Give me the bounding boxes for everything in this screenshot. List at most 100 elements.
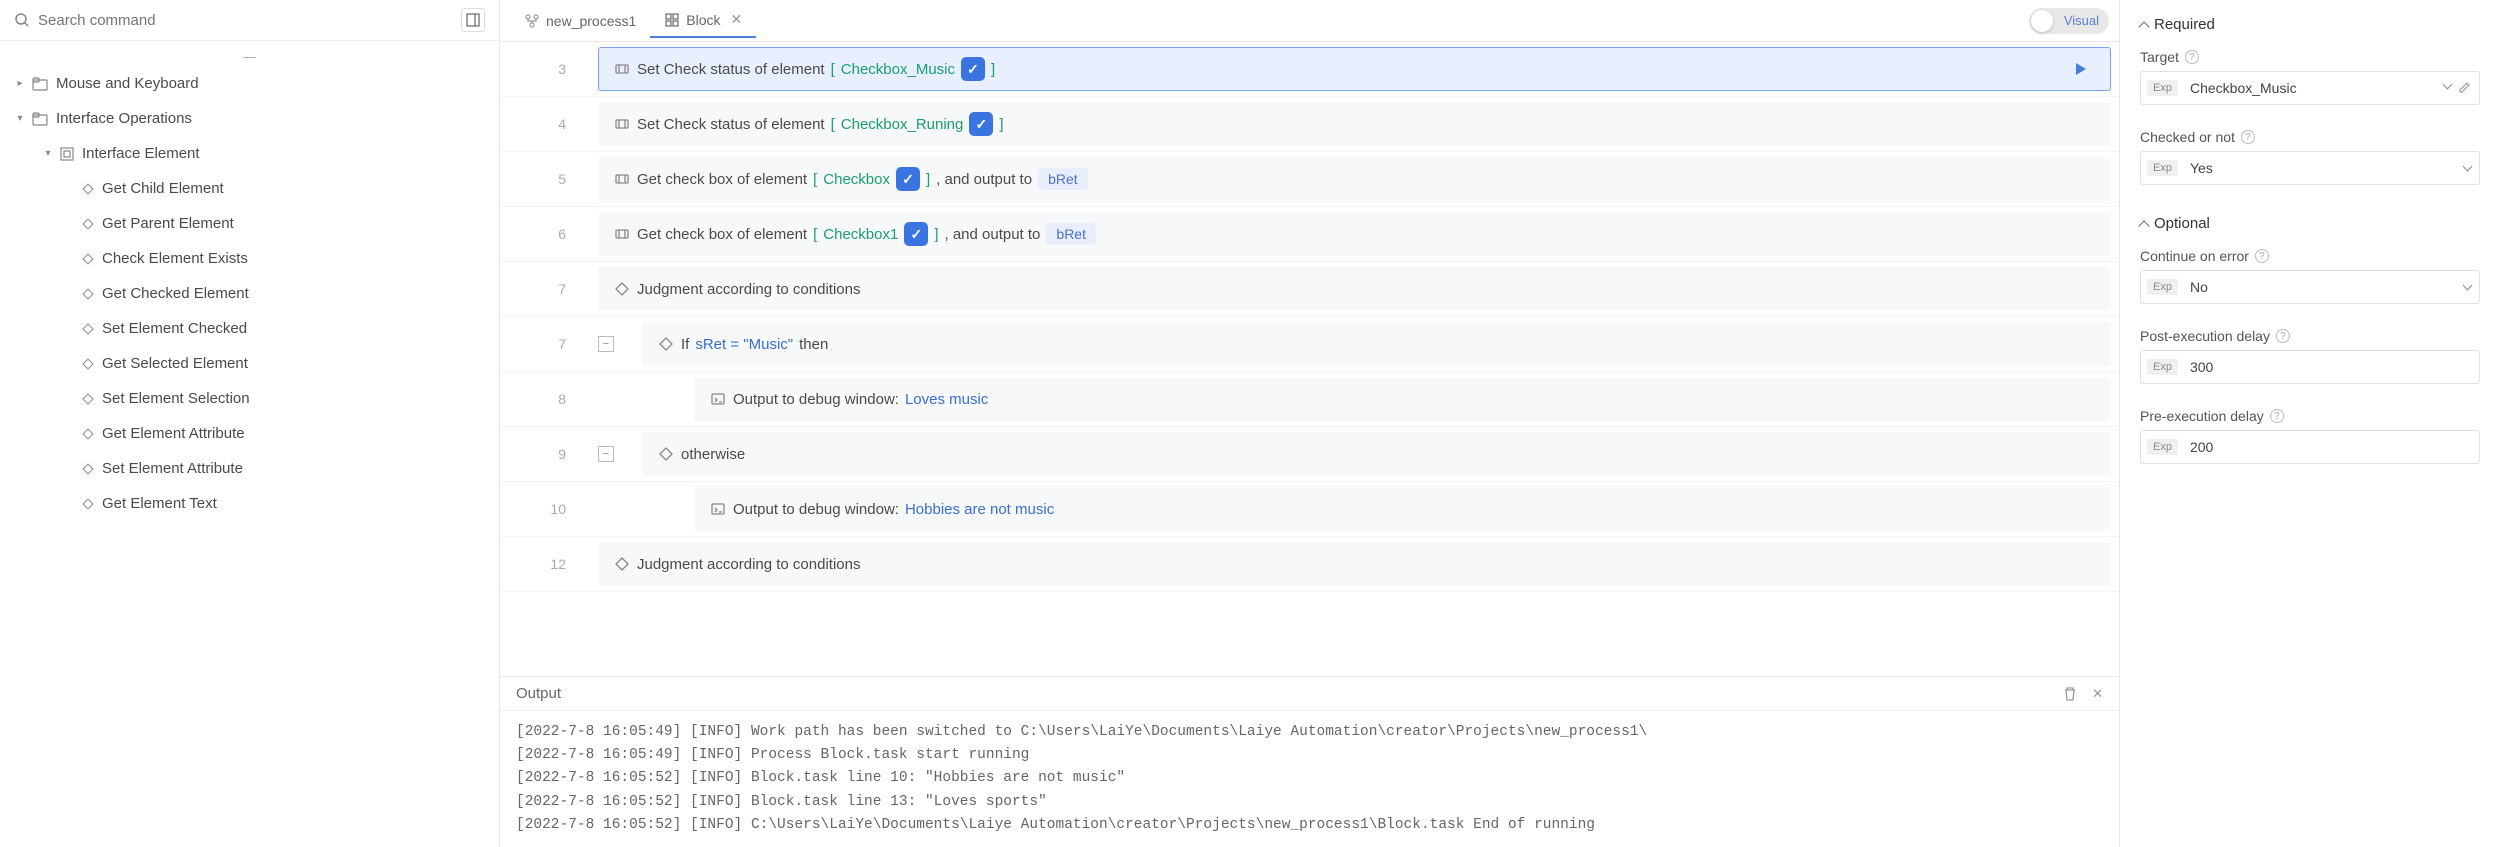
code-line-7b[interactable]: 7 − If sRet = "Music" then [500,317,2119,372]
tree-label: Set Element Selection [102,390,250,407]
diamond-icon [82,323,93,334]
tree-get-child-element[interactable]: Get Child Element [0,171,499,206]
help-icon[interactable]: ? [2241,130,2255,144]
checkbox-icon: ✓ [896,167,920,191]
checkbox-icon: ✓ [961,57,985,81]
exp-tag: Exp [2147,439,2178,455]
chevron-up-icon [2138,21,2149,32]
section-required[interactable]: Required [2140,10,2480,39]
bracket-close: ] [991,61,995,78]
tree-get-selected-element[interactable]: Get Selected Element [0,346,499,381]
prop-value: Yes [2184,160,2464,176]
step-text: Get check box of element [637,226,807,243]
help-icon[interactable]: ? [2185,50,2199,64]
section-optional[interactable]: Optional [2140,209,2480,238]
output-line: [2022-7-8 16:05:52] [INFO] Block.task li… [516,767,2103,790]
step-text: Judgment according to conditions [637,281,860,298]
visual-toggle[interactable]: Visual [2029,8,2109,34]
tree-set-element-checked[interactable]: Set Element Checked [0,311,499,346]
main-panel: new_process1 Block ✕ Visual 3 Set Check … [500,0,2120,847]
tree-get-checked-element[interactable]: Get Checked Element [0,276,499,311]
code-line-9[interactable]: 9 − otherwise [500,427,2119,482]
checked-input[interactable]: Exp Yes [2140,151,2480,185]
chevron-down-icon[interactable] [2443,80,2453,90]
tree-interface-operations[interactable]: ▾ Interface Operations [0,101,499,136]
tree-set-element-selection[interactable]: Set Element Selection [0,381,499,416]
element-icon [60,147,74,161]
tree-check-element-exists[interactable]: Check Element Exists [0,241,499,276]
step-text: Set Check status of element [637,61,825,78]
trash-icon[interactable] [2062,686,2078,702]
close-icon[interactable]: ✕ [2092,686,2103,702]
step-text: Set Check status of element [637,116,825,133]
tree-get-element-text[interactable]: Get Element Text [0,486,499,521]
properties-panel: Required Target? Exp Checkbox_Music Chec… [2120,0,2500,847]
collapse-sidebar-button[interactable] [461,8,485,32]
toggle-switch[interactable]: Visual [2029,8,2109,34]
bracket-close: ] [934,226,938,243]
tree-label: Set Element Attribute [102,460,243,477]
line-number: 12 [500,556,590,572]
prop-pre-delay: Pre-execution delay? Exp 200 [2140,408,2480,464]
step-icon [613,171,631,187]
tab-block[interactable]: Block ✕ [650,3,756,38]
output-var: bRet [1046,223,1096,245]
code-line-5[interactable]: 5 Get check box of element [ Checkbox ✓ … [500,152,2119,207]
condition-icon [613,556,631,572]
help-icon[interactable]: ? [2276,329,2290,343]
diamond-icon [82,358,93,369]
target-input[interactable]: Exp Checkbox_Music [2140,71,2480,105]
exp-tag: Exp [2147,359,2178,375]
bracket-close: ] [999,116,1003,133]
search-icon [14,12,30,28]
tree-set-element-attribute[interactable]: Set Element Attribute [0,451,499,486]
tree-interface-element[interactable]: ▾ Interface Element [0,136,499,171]
play-icon[interactable] [2072,61,2088,77]
code-line-7a[interactable]: 7 Judgment according to conditions [500,262,2119,317]
post-delay-input[interactable]: Exp 300 [2140,350,2480,384]
exp-tag: Exp [2147,279,2178,295]
prop-checked: Checked or not? Exp Yes [2140,129,2480,185]
tab-new-process1[interactable]: new_process1 [510,5,650,37]
prop-continue-on-error: Continue on error? Exp No [2140,248,2480,304]
help-icon[interactable]: ? [2255,249,2269,263]
pre-delay-input[interactable]: Exp 200 [2140,430,2480,464]
help-icon[interactable]: ? [2270,409,2284,423]
line-number: 10 [500,501,590,517]
diamond-icon [82,498,93,509]
folder-icon [32,77,48,91]
continue-input[interactable]: Exp No [2140,270,2480,304]
prop-target: Target? Exp Checkbox_Music [2140,49,2480,105]
chevron-right-icon: ▸ [12,78,28,89]
tree-mouse-keyboard[interactable]: ▸ Mouse and Keyboard [0,66,499,101]
command-tree: — ▸ Mouse and Keyboard ▾ Interface Opera… [0,41,499,847]
condition-icon [657,446,675,462]
diamond-icon [82,428,93,439]
code-line-12[interactable]: 12 Judgment according to conditions [500,537,2119,592]
step-suffix: , and output to [944,226,1040,243]
condition-icon [657,336,675,352]
tree-label: Interface Operations [56,110,192,127]
chevron-down-icon[interactable] [2463,281,2473,291]
code-line-6[interactable]: 6 Get check box of element [ Checkbox1 ✓… [500,207,2119,262]
output-icon [709,391,727,407]
output-title: Output [516,685,561,702]
line-number: 3 [500,61,590,77]
fold-icon[interactable]: − [598,446,614,462]
command-sidebar: — ▸ Mouse and Keyboard ▾ Interface Opera… [0,0,500,847]
code-line-8[interactable]: 8 Output to debug window: Loves music [500,372,2119,427]
tree-get-parent-element[interactable]: Get Parent Element [0,206,499,241]
close-icon[interactable]: ✕ [731,11,743,28]
edit-icon[interactable] [2457,81,2471,95]
output-var: bRet [1038,168,1088,190]
code-line-10[interactable]: 10 Output to debug window: Hobbies are n… [500,482,2119,537]
tree-get-element-attribute[interactable]: Get Element Attribute [0,416,499,451]
process-icon [524,13,540,29]
tree-label: Get Checked Element [102,285,249,302]
prop-value: 300 [2184,359,2479,375]
chevron-down-icon[interactable] [2463,162,2473,172]
code-line-4[interactable]: 4 Set Check status of element [ Checkbox… [500,97,2119,152]
search-input[interactable] [38,12,461,29]
fold-icon[interactable]: − [598,336,614,352]
code-line-3[interactable]: 3 Set Check status of element [ Checkbox… [500,42,2119,97]
